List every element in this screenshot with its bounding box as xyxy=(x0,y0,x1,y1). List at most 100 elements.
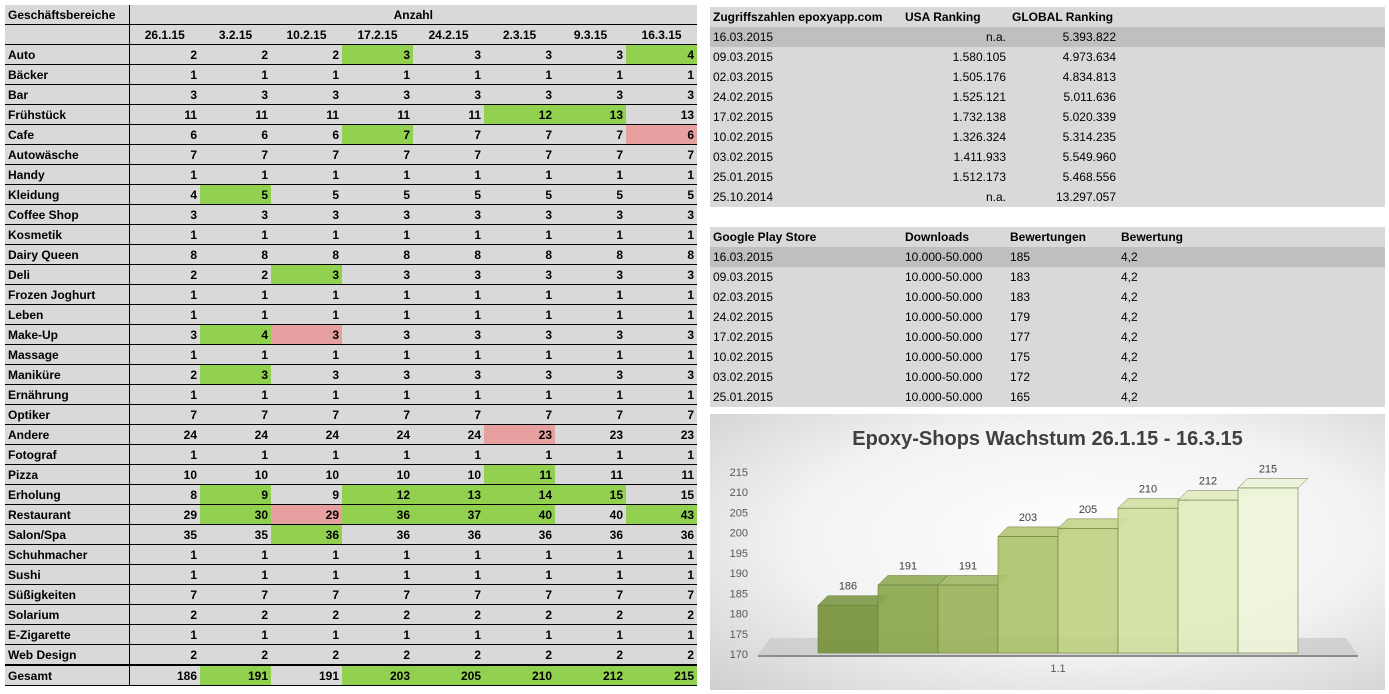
table-cell: 185 xyxy=(1007,247,1118,267)
value-cell: 3 xyxy=(271,84,342,105)
table-row: 24.02.2015 1.525.121 5.011.636 xyxy=(710,87,1385,107)
table-row: 03.02.2015 1.411.933 5.549.960 xyxy=(710,147,1385,167)
bar xyxy=(817,595,889,654)
value-cell: 203 xyxy=(342,664,413,686)
value-cell: 5 xyxy=(200,184,271,205)
table-cell: 4,2 xyxy=(1121,390,1138,404)
col-header: Geschäftsbereiche xyxy=(5,5,130,25)
row-label: Sushi xyxy=(5,564,130,585)
table-row: Andere 24 24 24 24 24 23 23 23 xyxy=(5,424,698,445)
value-cell: 1 xyxy=(626,384,698,405)
value-cell: 24 xyxy=(413,424,484,445)
table-row: Massage 1 1 1 1 1 1 1 1 xyxy=(5,344,698,365)
value-cell: 3 xyxy=(555,364,626,385)
data-label: 215 xyxy=(1259,463,1277,475)
value-cell: 1 xyxy=(484,544,555,565)
table-cell: 13.297.057 xyxy=(1055,190,1116,204)
value-cell: 1 xyxy=(271,284,342,305)
value-cell: 36 xyxy=(484,524,555,545)
table-row: Make-Up 3 4 3 3 3 3 3 3 xyxy=(5,324,698,345)
value-cell: 13 xyxy=(626,104,698,125)
value-cell: 1 xyxy=(626,284,698,305)
group-header: Anzahl xyxy=(129,5,698,25)
value-cell: 9 xyxy=(271,484,342,505)
table-row: 16.03.2015 n.a. 5.393.822 xyxy=(710,27,1385,47)
value-cell: 2 xyxy=(413,644,484,666)
value-cell: 24 xyxy=(342,424,413,445)
table-cell: 24.02.2015 xyxy=(713,310,774,324)
value-cell: 1 xyxy=(342,444,413,465)
value-cell: 2 xyxy=(484,644,555,666)
row-label: Cafe xyxy=(5,124,130,145)
y-tick-label: 215 xyxy=(730,467,748,479)
value-cell: 11 xyxy=(129,104,200,125)
value-cell: 2 xyxy=(271,604,342,625)
value-cell: 1 xyxy=(484,344,555,365)
table-cell: 1.580.105 xyxy=(952,50,1006,64)
value-cell: 1 xyxy=(129,444,200,465)
value-cell: 6 xyxy=(626,124,698,145)
table-cell: 5.314.235 xyxy=(1062,130,1116,144)
date-header: 26.1.15 xyxy=(129,24,200,45)
value-cell: 3 xyxy=(271,364,342,385)
value-cell: 6 xyxy=(271,124,342,145)
value-cell: 11 xyxy=(555,464,626,485)
value-cell: 1 xyxy=(555,384,626,405)
table-cell: 10.02.2015 xyxy=(713,350,774,364)
value-cell: 8 xyxy=(271,244,342,265)
value-cell: 3 xyxy=(484,84,555,105)
table-row: 25.01.2015 1.512.173 5.468.556 xyxy=(710,167,1385,187)
value-cell: 10 xyxy=(271,464,342,485)
table-cell: 17.02.2015 xyxy=(713,330,774,344)
row-label: Massage xyxy=(5,344,130,365)
chart-area: Epoxy-Shops Wachstum 26.1.15 - 16.3.15 1… xyxy=(710,414,1385,690)
value-cell: 3 xyxy=(413,204,484,225)
value-cell: 1 xyxy=(129,164,200,185)
value-cell: 1 xyxy=(200,304,271,325)
row-label: Web Design xyxy=(5,644,130,666)
row-label: Süßigkeiten xyxy=(5,584,130,605)
value-cell: 8 xyxy=(129,484,200,505)
date-header: 10.2.15 xyxy=(271,24,342,45)
table-cell: 10.000-50.000 xyxy=(905,350,983,364)
value-cell: 1 xyxy=(129,224,200,245)
table-row: Bäcker 1 1 1 1 1 1 1 1 xyxy=(5,64,698,85)
value-cell: 2 xyxy=(200,604,271,625)
value-cell: 3 xyxy=(484,364,555,385)
date-header: 2.3.15 xyxy=(484,24,555,45)
value-cell: 13 xyxy=(413,484,484,505)
ranking-table: Zugriffszahlen epoxyapp.com USA Ranking GL… xyxy=(710,7,1385,207)
value-cell: 3 xyxy=(484,44,555,65)
value-cell: 8 xyxy=(342,244,413,265)
table-row: 17.02.2015 10.000-50.000 177 4,2 xyxy=(710,327,1385,347)
value-cell: 1 xyxy=(626,304,698,325)
value-cell: 4 xyxy=(129,184,200,205)
value-cell: 2 xyxy=(555,644,626,666)
value-cell: 5 xyxy=(555,184,626,205)
value-cell: 1 xyxy=(484,164,555,185)
value-cell: 3 xyxy=(271,264,342,285)
value-cell: 3 xyxy=(626,84,698,105)
table-row: 17.02.2015 1.732.138 5.020.339 xyxy=(710,107,1385,127)
table-row: Frühstück 11 11 11 11 11 12 13 13 xyxy=(5,104,698,125)
table-cell: 10.000-50.000 xyxy=(902,247,1007,267)
bar xyxy=(1117,498,1189,654)
table-cell: 5.468.556 xyxy=(1062,170,1116,184)
table-row: 24.02.2015 10.000-50.000 179 4,2 xyxy=(710,307,1385,327)
empty-cell xyxy=(1119,87,1385,107)
y-tick-label: 205 xyxy=(730,507,748,519)
row-label: Solarium xyxy=(5,604,130,625)
table-cell: 4,2 xyxy=(1121,310,1138,324)
empty-cell xyxy=(5,24,130,45)
play-store-table: Google Play Store Downloads Bewertungen Bew… xyxy=(710,227,1385,407)
value-cell: 7 xyxy=(626,404,698,425)
table-row: 25.10.2014 n.a. 13.297.057 xyxy=(710,187,1385,207)
value-cell: 2 xyxy=(484,604,555,625)
value-cell: 36 xyxy=(271,524,342,545)
value-cell: 7 xyxy=(484,404,555,425)
date-header: 9.3.15 xyxy=(555,24,626,45)
value-cell: 191 xyxy=(271,664,342,686)
table-row: Bar 3 3 3 3 3 3 3 3 xyxy=(5,84,698,105)
table-cell: 1.732.138 xyxy=(952,110,1006,124)
table-row: Handy 1 1 1 1 1 1 1 1 xyxy=(5,164,698,185)
